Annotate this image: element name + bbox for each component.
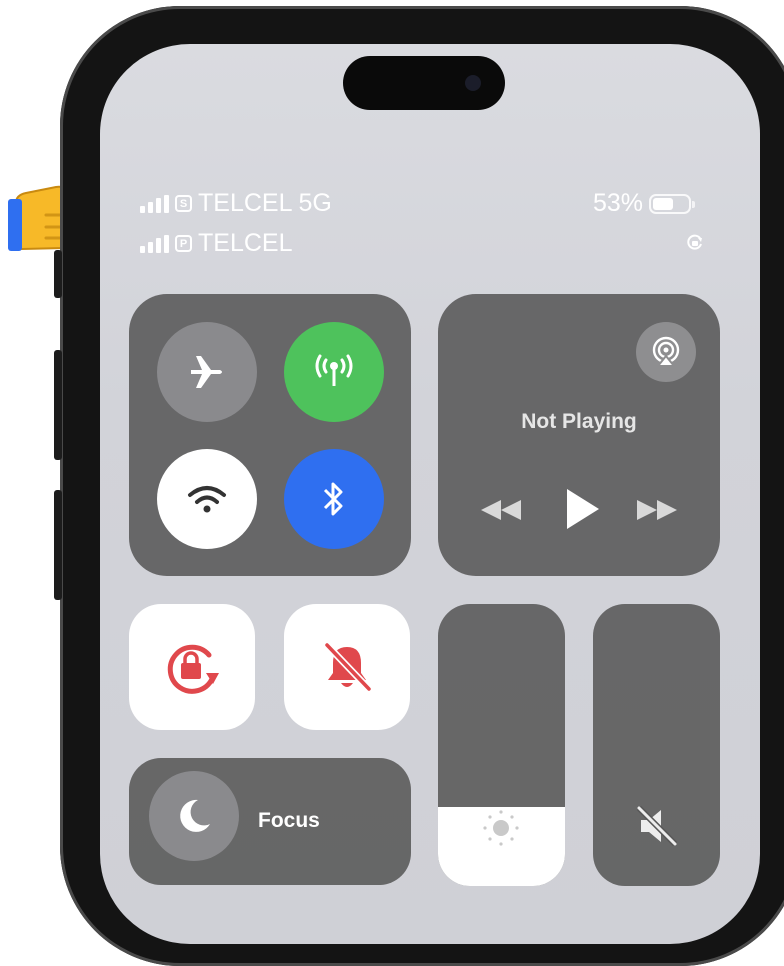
bluetooth-icon xyxy=(323,482,343,516)
rewind-icon xyxy=(481,500,521,520)
bell-slash-icon xyxy=(324,642,372,692)
fast-forward-button[interactable] xyxy=(632,488,682,532)
volume-down-button xyxy=(54,490,62,600)
volume-up-button xyxy=(54,350,62,460)
rotation-lock-small-icon xyxy=(687,234,702,250)
battery-percent: 53% xyxy=(593,189,644,217)
action-button xyxy=(54,250,62,298)
battery-icon xyxy=(649,193,696,214)
now-playing-label: Not Playing xyxy=(521,410,637,433)
status-line-2: P TELCEL xyxy=(140,229,292,258)
status-line-1: S TELCEL 5G xyxy=(140,189,332,218)
focus-icon-circle xyxy=(149,771,239,861)
speaker-muted-icon xyxy=(636,805,678,847)
signal-bars-icon xyxy=(140,234,169,253)
bluetooth-toggle[interactable] xyxy=(284,449,384,549)
signal-bars-icon xyxy=(140,194,169,213)
play-icon xyxy=(567,489,599,529)
carrier-name: TELCEL 5G xyxy=(198,189,332,217)
play-button[interactable] xyxy=(556,482,606,536)
carrier-name: TELCEL xyxy=(198,229,293,257)
rewind-button[interactable] xyxy=(476,488,526,532)
rotation-lock-icon xyxy=(167,644,219,694)
moon-icon xyxy=(180,799,210,832)
airplay-icon xyxy=(652,336,680,367)
volume-slider[interactable] xyxy=(593,604,720,886)
sun-icon xyxy=(483,810,519,846)
silent-mode-toggle[interactable] xyxy=(284,604,410,730)
sim-badge: P xyxy=(175,235,192,252)
airplane-icon xyxy=(191,356,222,388)
focus-label: Focus xyxy=(258,809,320,832)
camera-icon xyxy=(465,75,481,91)
sim-badge: S xyxy=(175,195,192,212)
orientation-lock-toggle[interactable] xyxy=(129,604,255,730)
airplane-mode-toggle[interactable] xyxy=(157,322,257,422)
wifi-toggle[interactable] xyxy=(157,449,257,549)
cellular-antenna-icon xyxy=(315,354,353,386)
wifi-icon xyxy=(188,486,226,513)
dynamic-island xyxy=(343,56,505,110)
battery-status: 53% xyxy=(593,189,696,218)
brightness-slider[interactable] xyxy=(438,604,565,886)
airplay-button[interactable] xyxy=(636,322,696,382)
cellular-data-toggle[interactable] xyxy=(284,322,384,422)
fast-forward-icon xyxy=(637,500,677,520)
